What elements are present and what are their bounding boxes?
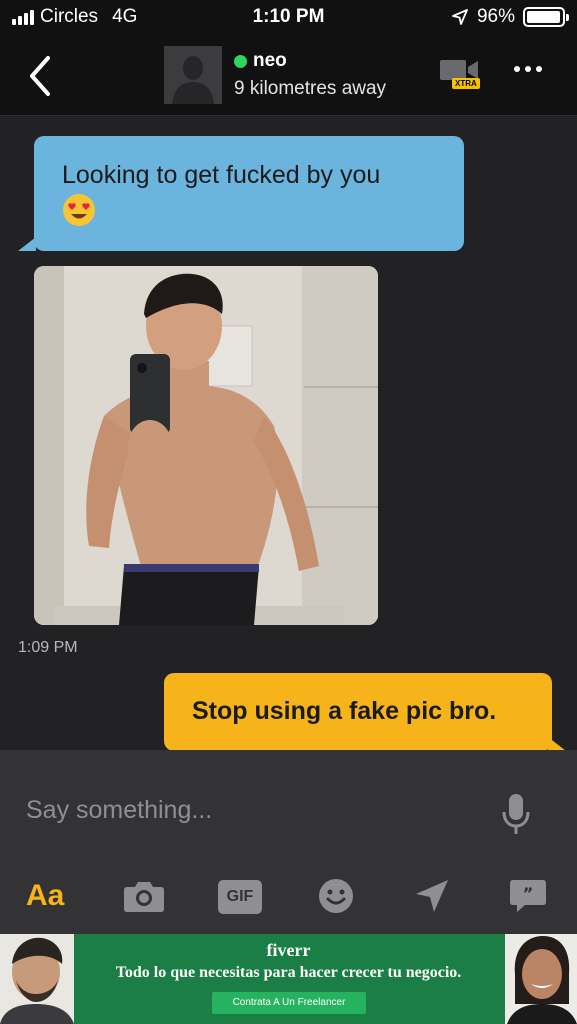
outgoing-message-bubble[interactable]: Stop using a fake pic bro.	[164, 673, 566, 751]
battery-fill	[527, 11, 560, 23]
incoming-message-text: Looking to get fucked by you	[62, 161, 381, 189]
ad-tagline: Todo lo que necesitas para hacer crecer …	[115, 964, 462, 981]
heart-eyes-emoji-icon	[63, 194, 95, 227]
text-format-button[interactable]: Aa	[26, 876, 64, 916]
ad-person-image	[505, 934, 577, 1024]
message-input[interactable]: Say something...	[26, 796, 212, 825]
default-profile-icon	[164, 46, 222, 104]
chevron-left-icon	[30, 56, 50, 96]
incoming-message-bubble[interactable]: Looking to get fucked by you	[18, 136, 464, 251]
camera-button[interactable]	[122, 876, 166, 916]
emoji-button[interactable]	[316, 876, 356, 916]
xtra-badge: XTRA	[452, 78, 480, 89]
outgoing-message-text: Stop using a fake pic bro.	[192, 697, 497, 725]
status-bar: Circles 4G 1:10 PM 96%	[0, 0, 577, 36]
battery-icon	[523, 7, 569, 27]
more-dot-icon	[525, 66, 531, 72]
saved-phrases-button[interactable]: ”	[508, 876, 548, 916]
share-location-button[interactable]	[412, 876, 452, 916]
mirror-selfie-image	[34, 266, 378, 625]
location-services-icon	[452, 9, 468, 25]
svg-text:”: ”	[523, 884, 534, 903]
composer-toolbar: Aa GIF ”	[0, 862, 577, 934]
more-dot-icon	[514, 66, 520, 72]
more-dot-icon	[536, 66, 542, 72]
contact-name-row[interactable]: neo	[234, 50, 287, 72]
camera-icon	[124, 882, 164, 912]
back-button[interactable]	[20, 54, 60, 98]
video-call-button[interactable]: XTRA	[440, 58, 486, 94]
gif-button[interactable]: GIF	[218, 880, 262, 914]
message-composer: Say something... Aa GIF ”	[0, 750, 577, 934]
shared-photo[interactable]	[34, 266, 378, 625]
saved-phrases-icon: ”	[510, 880, 546, 912]
ad-brand: fiverr	[266, 940, 311, 960]
location-icon	[416, 880, 448, 912]
more-options-button[interactable]	[514, 66, 542, 72]
battery-percent: 96%	[476, 6, 515, 27]
avatar[interactable]	[164, 46, 222, 104]
online-status-icon	[234, 54, 247, 68]
contact-distance: 9 kilometres away	[234, 78, 387, 99]
chat-header: neo 9 kilometres away XTRA	[0, 36, 577, 116]
status-right: 96%	[451, 6, 569, 28]
contact-name: neo	[253, 50, 287, 71]
message-list[interactable]: Looking to get fucked by you 1:09 PM Sto…	[0, 117, 577, 751]
ad-banner[interactable]: fiverr Todo lo que necesitas para hacer …	[0, 934, 577, 1024]
voice-message-button[interactable]	[500, 792, 532, 836]
ad-cta-button[interactable]: Contrata A Un Freelancer	[212, 992, 366, 1014]
emoji-icon	[319, 879, 353, 913]
microphone-icon	[502, 794, 530, 834]
message-timestamp: 1:09 PM	[18, 639, 78, 656]
